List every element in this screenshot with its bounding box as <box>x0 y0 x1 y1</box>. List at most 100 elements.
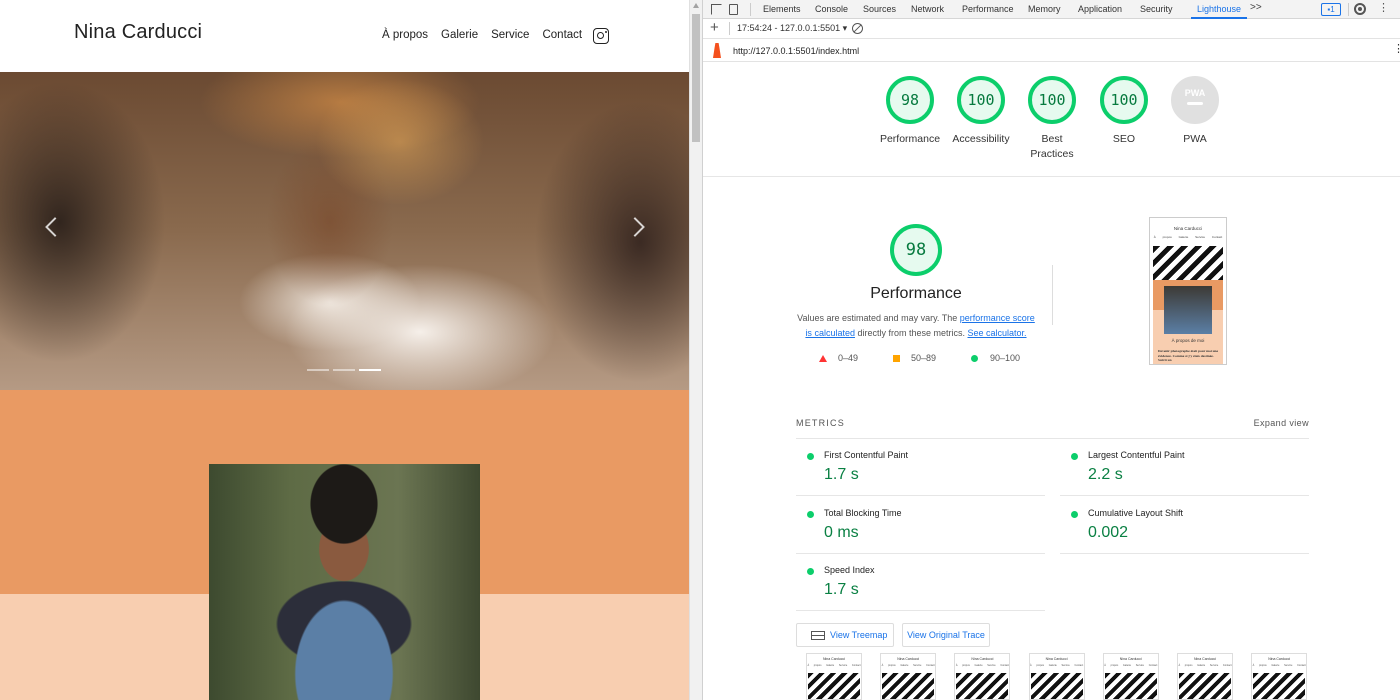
pass-circle-icon <box>1071 453 1078 460</box>
lighthouse-toolbar: + 17:54:24 - 127.0.0.1:5501 ▾ <box>703 19 1400 39</box>
metric-value: 1.7 s <box>824 466 859 483</box>
new-report-icon[interactable]: + <box>710 20 719 36</box>
nav-link-contact[interactable]: Contact <box>542 29 582 41</box>
more-tabs-icon[interactable]: >> <box>1250 2 1262 13</box>
pass-circle-icon <box>971 355 978 362</box>
metrics-title: METRICS <box>796 418 845 428</box>
report-menu-icon[interactable]: ⋮ <box>1393 44 1400 55</box>
tab-console[interactable]: Console <box>815 4 848 14</box>
frame-hero <box>1030 673 1083 699</box>
tab-elements[interactable]: Elements <box>763 4 801 14</box>
metric-fcp: First Contentful Paint 1.7 s <box>796 439 1045 496</box>
fail-triangle-icon <box>819 355 827 362</box>
metric-label: Cumulative Layout Shift <box>1088 508 1184 518</box>
metrics-header: METRICS Expand view <box>796 413 1309 439</box>
pass-circle-icon <box>1071 511 1078 518</box>
metric-label: First Contentful Paint <box>824 450 909 460</box>
final-screenshot[interactable]: Nina Carducci À propos Galerie Service C… <box>1149 217 1227 365</box>
gauge-seo[interactable]: 100 SEO <box>1087 76 1161 147</box>
score-value: 100 <box>957 76 1005 124</box>
tab-network[interactable]: Network <box>911 4 944 14</box>
frame-title: Nina Carducci <box>1119 657 1142 661</box>
performance-description: Values are estimated and may vary. The p… <box>796 311 1036 341</box>
frame-hero <box>956 673 1009 699</box>
screenshot-about-heading: À propos de moi <box>1171 338 1205 343</box>
frame-nav: À propos Galerie Service Contact <box>1030 664 1084 667</box>
device-toolbar-icon[interactable] <box>729 4 738 15</box>
legend-label: 50–89 <box>911 353 937 363</box>
see-calculator-link[interactable]: See calculator. <box>968 328 1027 338</box>
divider <box>1052 265 1053 325</box>
view-trace-button[interactable]: View Original Trace <box>902 623 990 647</box>
filmstrip: Nina Carducci À propos Galerie Service Co… <box>806 653 1308 700</box>
settings-gear-icon[interactable] <box>1354 3 1366 15</box>
metric-value: 0.002 <box>1088 524 1129 541</box>
filmstrip-frame: Nina Carducci À propos Galerie Service Co… <box>1102 653 1159 700</box>
average-square-icon <box>893 355 900 362</box>
nav-link-service[interactable]: Service <box>491 29 529 41</box>
score-value: 98 <box>886 76 934 124</box>
report-url[interactable]: http://127.0.0.1:5501/index.html <box>733 46 859 56</box>
button-label: View Treemap <box>830 630 888 640</box>
metric-value: 0 ms <box>824 524 859 541</box>
screen: Nina Carducci À propos Galerie Service C… <box>0 0 1400 700</box>
carousel-prev-button[interactable] <box>45 217 65 237</box>
carousel-next-button[interactable] <box>625 217 645 237</box>
score-gauges: 98 Performance 100 Accessibility 100 Bes… <box>703 62 1400 177</box>
filmstrip-frame: Nina Carducci À propos Galerie Service Co… <box>880 653 937 700</box>
more-options-icon[interactable]: ⋮ <box>1378 3 1389 14</box>
frame-nav: À propos Galerie Service Contact <box>1178 664 1232 667</box>
expand-view-toggle[interactable]: Expand view <box>1254 418 1309 428</box>
gauge-accessibility[interactable]: 100 Accessibility <box>944 76 1018 147</box>
metric-value: 2.2 s <box>1088 466 1123 483</box>
view-treemap-button[interactable]: View Treemap <box>796 623 894 647</box>
frame-nav: À propos Galerie Service Contact <box>955 664 1009 667</box>
frame-nav: À propos Galerie Service Contact <box>1252 664 1306 667</box>
issues-badge[interactable]: ▪1 <box>1321 3 1341 16</box>
inspect-element-icon[interactable] <box>711 4 722 15</box>
scroll-up-arrow[interactable] <box>693 3 699 8</box>
website-preview: Nina Carducci À propos Galerie Service C… <box>0 0 689 700</box>
carousel-indicator[interactable] <box>307 369 329 371</box>
pwa-badge-icon: PWA <box>1171 76 1219 124</box>
clear-reports-icon[interactable] <box>852 23 863 34</box>
page-scrollbar[interactable] <box>689 0 702 700</box>
divider <box>750 3 751 16</box>
gauge-best-practices[interactable]: 100 Best Practices <box>1015 76 1089 162</box>
tab-performance[interactable]: Performance <box>962 4 1014 14</box>
issues-count: 1 <box>1330 5 1335 14</box>
tab-lighthouse[interactable]: Lighthouse <box>1197 4 1241 14</box>
tab-memory[interactable]: Memory <box>1028 4 1061 14</box>
instagram-icon[interactable] <box>593 28 609 44</box>
score-value: 100 <box>1100 76 1148 124</box>
metric-label: Speed Index <box>824 565 875 575</box>
screenshot-title: Nina Carducci <box>1173 226 1203 231</box>
nav-link-galerie[interactable]: Galerie <box>441 29 478 41</box>
legend-label: 90–100 <box>990 353 1021 363</box>
frame-title: Nina Carducci <box>1268 657 1291 661</box>
nav-link-apropos[interactable]: À propos <box>382 29 428 41</box>
portrait-photo <box>209 464 480 700</box>
gauge-pwa[interactable]: PWA PWA <box>1158 76 1232 147</box>
frame-hero <box>808 673 860 699</box>
frame-title: Nina Carducci <box>1045 657 1068 661</box>
tab-sources[interactable]: Sources <box>863 4 896 14</box>
frame-title: Nina Carducci <box>897 657 920 661</box>
carousel-indicator-active[interactable] <box>359 369 381 371</box>
screenshot-portrait <box>1164 286 1212 334</box>
carousel-indicator[interactable] <box>333 369 355 371</box>
score-scale-legend: 0–49 50–89 90–100 <box>817 353 1037 365</box>
score-label: PWA <box>1183 133 1207 145</box>
report-url-bar: http://127.0.0.1:5501/index.html ⋮ <box>703 40 1400 62</box>
screenshot-hero <box>1153 246 1223 280</box>
frame-hero <box>882 673 935 699</box>
tab-security[interactable]: Security <box>1140 4 1173 14</box>
screenshot-about-text: Devenir photographe était pour moi une é… <box>1158 349 1219 362</box>
filmstrip-frame: Nina Carducci À propos Galerie Service Co… <box>954 653 1011 700</box>
scroll-thumb[interactable] <box>692 14 700 142</box>
site-brand[interactable]: Nina Carducci <box>74 21 202 44</box>
report-select[interactable]: 17:54:24 - 127.0.0.1:5501 ▾ <box>737 23 847 34</box>
tab-application[interactable]: Application <box>1078 4 1122 14</box>
gauge-performance[interactable]: 98 Performance <box>873 76 947 147</box>
pass-circle-icon <box>807 453 814 460</box>
